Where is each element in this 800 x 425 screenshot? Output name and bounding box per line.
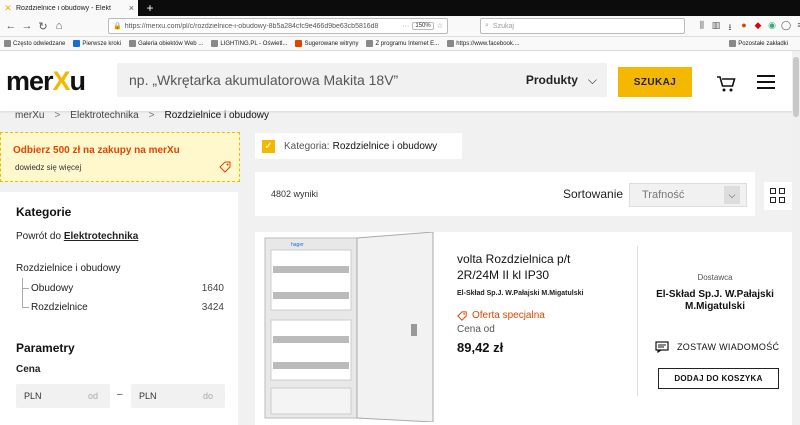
filters-sidebar: Kategorie Powrót do Elektrotechnika Rozd… <box>0 192 238 425</box>
bookmark-firefox-icon <box>73 40 81 47</box>
product-seller[interactable]: El-Skład Sp.J. W.Pałajski M.Migatulski <box>457 290 583 297</box>
subcategory-item[interactable]: Rozdzielnice 3424 <box>31 302 224 313</box>
price-from-label: Cena od <box>457 324 495 335</box>
new-tab-icon[interactable]: + <box>142 0 158 16</box>
product-name[interactable]: volta Rozdzielnica p/t 2R/24M II kl IP30 <box>457 251 607 283</box>
hamburger-menu-icon[interactable] <box>757 75 775 89</box>
price-from-input[interactable]: PLN od <box>16 384 110 408</box>
product-search-input[interactable]: np. „Wkrętarka akumulatorowa Makita 18V”… <box>117 63 607 97</box>
hager-brand-text: hager <box>291 242 304 248</box>
reload-icon[interactable]: ↻ <box>36 19 50 33</box>
add-to-cart-button[interactable]: DODAJ DO KOSZYKA <box>658 368 779 389</box>
bookmark-star-icon[interactable]: ☆ <box>437 22 443 30</box>
bookmark-suggested-icon <box>295 40 303 47</box>
active-filter-chip[interactable]: ✓ Kategoria: Rozdzielnice i obudowy <box>255 133 462 159</box>
search-placeholder: np. „Wkrętarka akumulatorowa Makita 18V” <box>129 72 399 88</box>
bookmarks-bar: Często odwiedzane Pierwsze kroki Galeria… <box>0 37 800 51</box>
product-card[interactable]: hager volta Rozdzielnica p/t 2R/24M II k… <box>255 232 792 425</box>
breadcrumb-link[interactable]: Elektrotechnika <box>70 110 138 121</box>
back-arrow-icon[interactable]: ← <box>4 19 18 33</box>
bookmark-page-icon <box>447 40 455 47</box>
url-text: https://merxu.com/pl/c/rozdzielnice-i-ob… <box>124 22 379 30</box>
price-label: Cena <box>16 364 41 375</box>
merxu-logo[interactable]: merXu <box>6 66 86 97</box>
bookmark-item[interactable]: Często odwiedzane <box>4 40 65 47</box>
merxu-favicon-icon: ✕ <box>4 2 12 13</box>
menu-icon[interactable]: ≡ <box>795 20 800 32</box>
extension-icon-2[interactable]: ◆ <box>753 20 763 32</box>
library-icon[interactable]: ⫼ <box>697 20 707 32</box>
browser-tab[interactable]: ✕ Rozdzielnice i obudowy - Elekt × <box>0 0 138 16</box>
checkbox-checked-icon[interactable]: ✓ <box>262 139 275 153</box>
parameters-heading: Parametry <box>16 341 75 355</box>
price-to-input[interactable]: PLN do <box>131 384 225 408</box>
message-icon <box>655 341 669 353</box>
cart-icon[interactable] <box>716 75 736 93</box>
extension-icon[interactable]: ● <box>739 20 749 32</box>
bookmark-item[interactable]: LIGHTING.PL - Oświetl... <box>211 40 287 47</box>
price-tag-icon <box>457 310 467 321</box>
home-icon[interactable]: ⌂ <box>52 19 66 33</box>
site-header: merXu np. „Wkrętarka akumulatorowa Makit… <box>0 51 800 111</box>
page-scrollbar[interactable] <box>792 51 800 425</box>
categories-heading: Kategorie <box>16 205 72 219</box>
bookmark-folder-icon <box>729 40 737 47</box>
special-offer-badge: Oferta specjalna <box>457 310 545 321</box>
bookmark-page-icon <box>129 40 137 47</box>
lock-icon: 🔒 <box>113 23 122 30</box>
current-category: Rozdzielnice i obudowy <box>16 263 121 274</box>
shield-icon[interactable]: ◉ <box>767 20 777 32</box>
leave-message-button[interactable]: ZOSTAW WIADOMOŚĆ <box>655 341 779 353</box>
account-icon[interactable]: ◯ <box>781 20 791 32</box>
bookmark-item[interactable]: https://www.facebook.... <box>447 40 520 47</box>
bookmark-page-icon <box>211 40 219 47</box>
other-bookmarks[interactable]: Pozostałe zakładki <box>729 40 788 47</box>
search-button[interactable]: SZUKAJ <box>618 67 692 97</box>
promo-title: Odbierz 500 zł na zakupy na merXu <box>13 145 180 156</box>
forward-arrow-icon[interactable]: → <box>20 19 34 33</box>
product-image[interactable]: hager <box>261 232 441 422</box>
breadcrumb-link[interactable]: merXu <box>15 110 44 121</box>
url-bar[interactable]: 🔒 https://merxu.com/pl/c/rozdzielnice-i-… <box>108 18 448 34</box>
results-toolbar: 4802 wyniki Sortowanie Trafność ⌵ <box>255 172 755 216</box>
browser-nav-bar: ← → ↻ ⌂ 🔒 https://merxu.com/pl/c/rozdzie… <box>0 16 800 37</box>
sort-label: Sortowanie <box>563 187 624 201</box>
back-to-parent[interactable]: Powrót do Elektrotechnika <box>16 231 138 242</box>
close-tab-icon[interactable]: × <box>129 3 134 13</box>
bookmark-item[interactable]: Sugerowane witryny <box>295 40 358 47</box>
sort-select[interactable]: Trafność ⌵ <box>629 183 747 207</box>
chevron-down-icon: ⌵ <box>724 186 740 204</box>
grid-view-icon[interactable] <box>764 182 792 210</box>
results-count: 4802 wyniki <box>271 189 319 199</box>
zoom-indicator[interactable]: 150% <box>412 22 434 30</box>
price-tag-icon <box>219 161 231 173</box>
browser-search-input[interactable]: ⌕ Szukaj <box>480 18 685 34</box>
bookmark-gear-icon <box>4 40 11 47</box>
promo-banner[interactable]: Odbierz 500 zł na zakupy na merXu dowied… <box>0 132 240 182</box>
breadcrumb: merXu > Elektrotechnika > Rozdzielnice i obu… <box>15 110 270 121</box>
bookmark-folder-icon <box>366 40 374 47</box>
bookmark-item[interactable]: Z programu Internet E... <box>366 40 439 47</box>
bookmark-item[interactable]: Galeria obiektów Web ... <box>129 40 203 47</box>
supplier-label: Dostawca <box>697 273 733 282</box>
subcategory-item[interactable]: Obudowy 1640 <box>31 283 224 294</box>
tab-title: Rozdzielnice i obudowy - Elekt <box>16 4 111 12</box>
bookmark-item[interactable]: Pierwsze kroki <box>73 40 121 47</box>
card-divider <box>637 246 638 396</box>
browser-tab-bar: ✕ Rozdzielnice i obudowy - Elekt × + <box>0 0 800 16</box>
search-icon: ⌕ <box>485 22 489 29</box>
supplier-name[interactable]: El-Skład Sp.J. W.Pałajski M.Migatulski <box>638 289 792 313</box>
chevron-down-icon: ⌵ <box>587 73 597 87</box>
download-icon[interactable]: ⭳ <box>725 20 735 32</box>
product-price: 89,42 zł <box>457 340 504 355</box>
search-category-select[interactable]: Produkty ⌵ <box>526 73 597 88</box>
category-tree-lines <box>22 278 29 308</box>
sidebar-icon[interactable]: ▥ <box>711 20 721 32</box>
promo-link[interactable]: dowiedz się więcej <box>15 163 81 172</box>
breadcrumb-current: Rozdzielnice i obudowy <box>164 110 270 121</box>
